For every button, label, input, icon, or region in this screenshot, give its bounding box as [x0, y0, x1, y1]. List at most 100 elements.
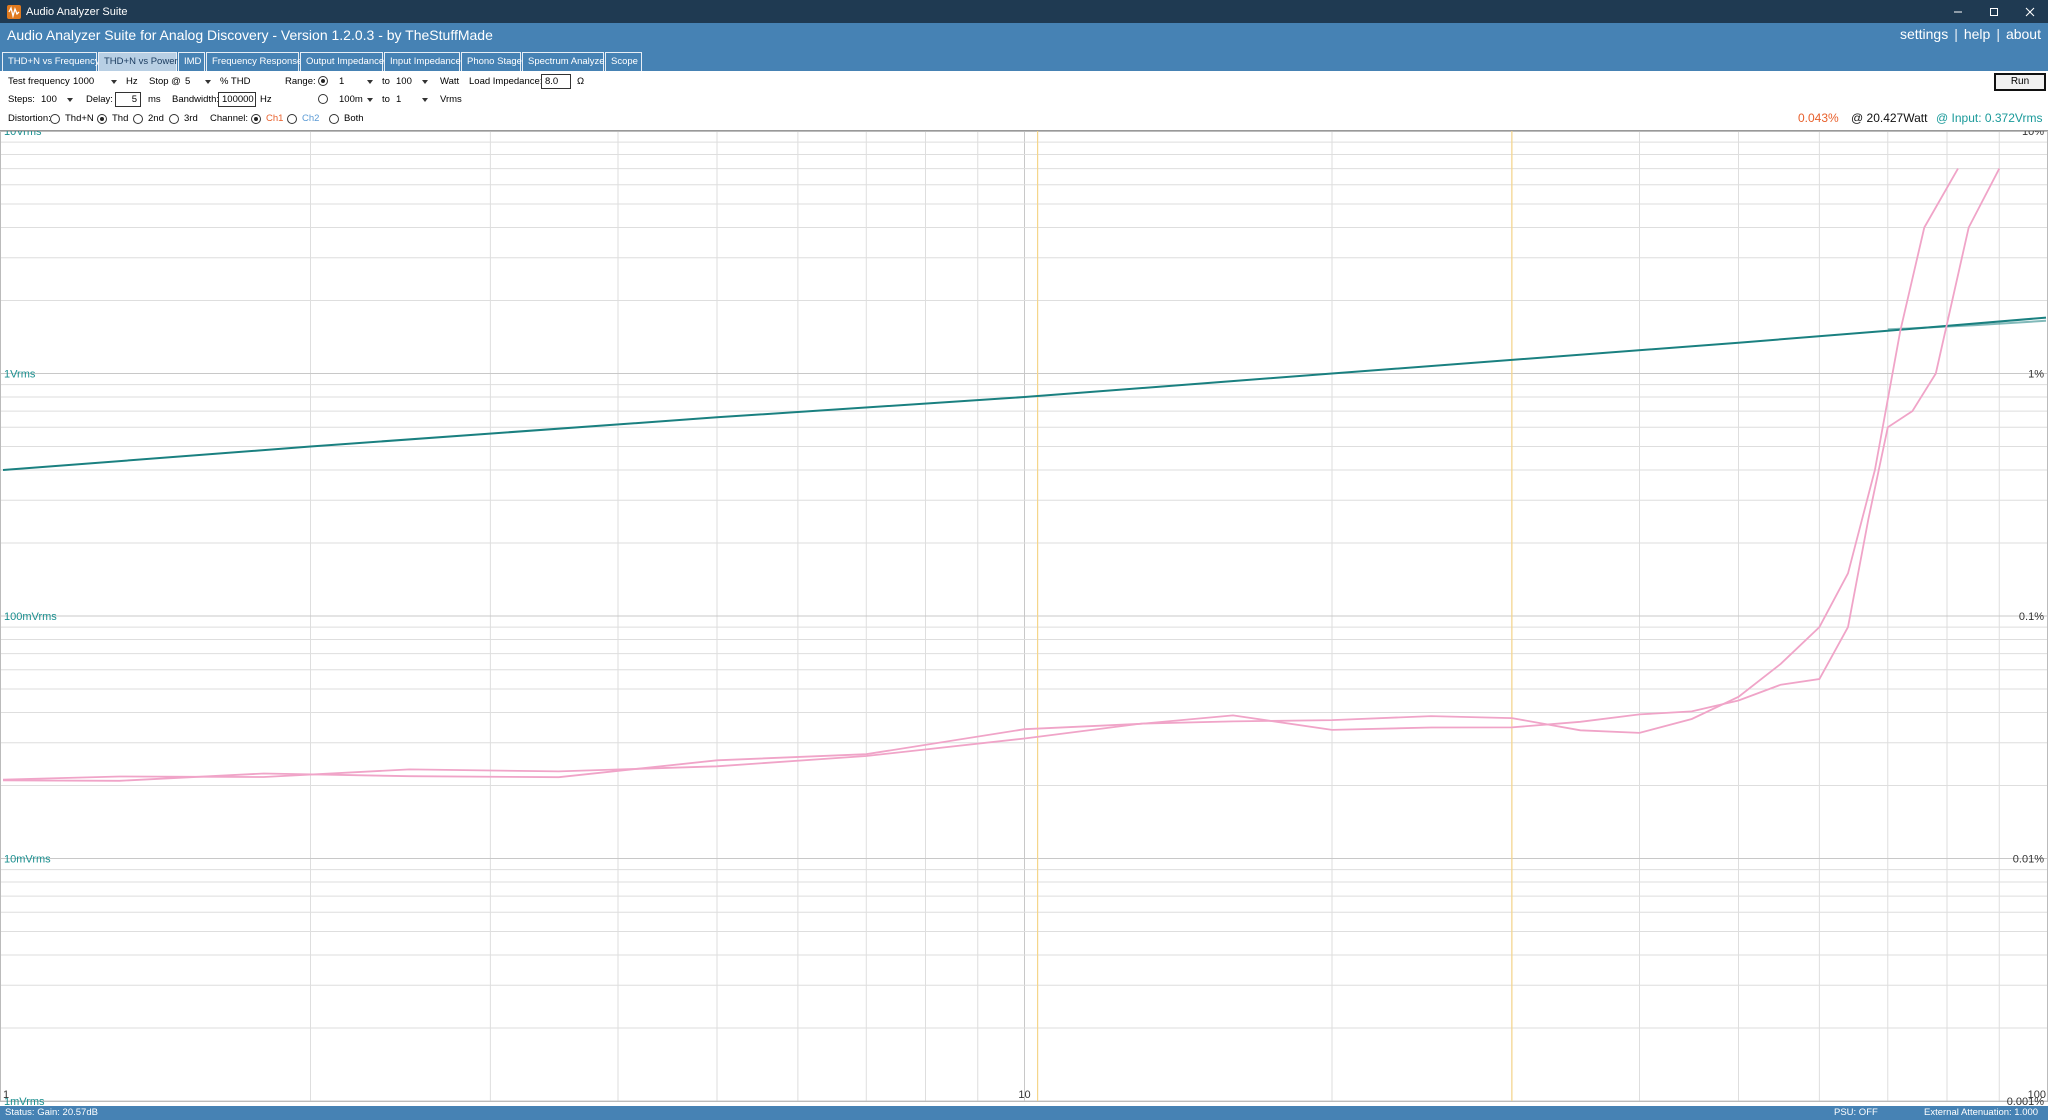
range-vrms-radio[interactable] [318, 94, 328, 104]
range-label: Range: [285, 76, 316, 87]
help-link[interactable]: help [1964, 26, 1990, 42]
minimize-icon [1954, 11, 1962, 12]
range-watt-from-value: 1 [339, 76, 345, 87]
ms-unit-label: ms [148, 94, 161, 105]
hz-unit-label: Hz [126, 76, 138, 87]
minimize-button[interactable] [1940, 0, 1976, 23]
channel-label: Channel: [210, 113, 249, 124]
controls-panel: Test frequency: 1000 Hz Stop @ 5 % THD R… [0, 71, 2048, 131]
x-axis-tick-label: 10 [1018, 1089, 1030, 1101]
right-axis-tick-label: 0.1% [2019, 611, 2044, 623]
range-watt-to-select[interactable]: 100 [393, 75, 431, 89]
bandwidth-input[interactable]: 100000 [218, 92, 256, 107]
test-frequency-label: Test frequency: [8, 76, 73, 87]
right-axis-tick-label: 0.01% [2013, 854, 2044, 866]
tab-imd[interactable]: IMD [178, 52, 205, 71]
range-vrms-to-select[interactable]: 1 [393, 93, 431, 107]
maximize-icon [1990, 7, 1998, 16]
thd-readout: 0.043% [1798, 111, 1839, 125]
plot-grid [0, 131, 2048, 1102]
run-button[interactable]: Run [1994, 73, 2046, 91]
channel-ch1-label: Ch1 [266, 113, 284, 124]
window-titlebar: Audio Analyzer Suite [0, 0, 2048, 23]
chevron-down-icon [205, 80, 211, 84]
header-links: settings | help | about [1900, 26, 2041, 42]
tab-phono-stage[interactable]: Phono Stage [461, 52, 522, 71]
tab-input-impedance[interactable]: Input Impedance [384, 52, 461, 71]
left-axis-tick-label: 10Vrms [4, 131, 42, 138]
app-header: Audio Analyzer Suite for Analog Discover… [0, 23, 2048, 50]
left-axis-tick-label: 1Vrms [4, 369, 36, 381]
plot-canvas: 10Vrms 1Vrms 100mVrms 10mVrms 1mVrms 10% 1% 0.1… [0, 131, 2048, 1106]
link-separator: | [1996, 26, 2000, 42]
distortion-thdn-radio[interactable] [50, 114, 60, 124]
right-axis-tick-label: 10% [2022, 131, 2044, 138]
link-separator: | [1954, 26, 1958, 42]
tab-thd-vs-frequency[interactable]: THD+N vs Frequency [2, 52, 100, 71]
maximize-button[interactable] [1976, 0, 2012, 23]
hz-unit-label: Hz [260, 94, 272, 105]
left-axis-tick-label: 10mVrms [4, 854, 51, 866]
delay-input[interactable]: 5 [115, 92, 141, 107]
thd-vs-power-plot[interactable]: 10Vrms 1Vrms 100mVrms 10mVrms 1mVrms 10% 1% 0.1… [0, 131, 2048, 1106]
chevron-down-icon [367, 80, 373, 84]
distortion-2nd-radio[interactable] [133, 114, 143, 124]
settings-link[interactable]: settings [1900, 26, 1948, 42]
steps-select[interactable]: 100 [38, 93, 76, 107]
close-button[interactable] [2012, 0, 2048, 23]
status-psu: PSU: OFF [1834, 1107, 1878, 1118]
distortion-2nd-label: 2nd [148, 113, 164, 124]
input-voltage-readout: @ Input: 0.372Vrms [1936, 111, 2043, 125]
left-axis-tick-label: 100mVrms [4, 611, 57, 623]
channel-both-radio[interactable] [329, 114, 339, 124]
tab-output-impedance[interactable]: Output Impedance [300, 52, 384, 71]
range-watt-from-select[interactable]: 1 [336, 75, 376, 89]
distortion-3rd-label: 3rd [184, 113, 198, 124]
close-icon [2025, 7, 2035, 16]
distortion-thd-radio[interactable] [97, 114, 107, 124]
stop-label: Stop @ [149, 76, 181, 87]
window-title: Audio Analyzer Suite [26, 5, 128, 18]
ohm-unit-label: Ω [577, 76, 585, 87]
to-label: to [382, 76, 390, 87]
range-vrms-from-select[interactable]: 100m [336, 93, 376, 107]
right-axis-tick-label: 1% [2028, 369, 2044, 381]
test-frequency-value: 1000 [73, 76, 95, 87]
steps-value: 100 [41, 94, 57, 105]
range-vrms-to-value: 1 [396, 94, 402, 105]
stop-thd-select[interactable]: 5 [182, 75, 214, 89]
load-impedance-label: Load Impedance: [469, 76, 543, 87]
delay-label: Delay: [86, 94, 113, 105]
chevron-down-icon [422, 80, 428, 84]
watt-unit-label: Watt [440, 76, 460, 87]
app-heading: Audio Analyzer Suite for Analog Discover… [7, 27, 493, 43]
to-label: to [382, 94, 390, 105]
chevron-down-icon [422, 98, 428, 102]
status-bar: Status: Gain: 20.57dB PSU: OFF External … [0, 1106, 2048, 1120]
thd-unit-label: % THD [220, 76, 251, 87]
about-link[interactable]: about [2006, 26, 2041, 42]
x-axis-tick-label: 100 [2028, 1089, 2046, 1101]
stop-thd-value: 5 [185, 76, 191, 87]
range-watt-to-value: 100 [396, 76, 412, 87]
channel-ch1-radio[interactable] [251, 114, 261, 124]
range-vrms-from-value: 100m [339, 94, 363, 105]
tab-scope[interactable]: Scope [605, 52, 642, 71]
distortion-label: Distortion: [8, 113, 51, 124]
tab-frequency-response[interactable]: Frequency Response [206, 52, 302, 71]
tab-thd-vs-power[interactable]: THD+N vs Power [98, 52, 178, 71]
chevron-down-icon [67, 98, 73, 102]
distortion-3rd-radio[interactable] [169, 114, 179, 124]
power-readout: @ 20.427Watt [1851, 111, 1928, 125]
vrms-unit-label: Vrms [440, 94, 462, 105]
distortion-thdn-label: Thd+N [65, 113, 94, 124]
tab-strip: THD+N vs Frequency THD+N vs Power IMD Fr… [0, 50, 2048, 71]
load-impedance-input[interactable]: 8.0 [541, 74, 571, 89]
tab-spectrum-analyzer[interactable]: Spectrum Analyzer [522, 52, 608, 71]
range-watt-radio[interactable] [318, 76, 328, 86]
channel-ch2-radio[interactable] [287, 114, 297, 124]
thd-series-line [2, 168, 1959, 781]
bandwidth-label: Bandwidth: [172, 94, 220, 105]
chevron-down-icon [367, 98, 373, 102]
test-frequency-select[interactable]: 1000 [70, 75, 120, 89]
